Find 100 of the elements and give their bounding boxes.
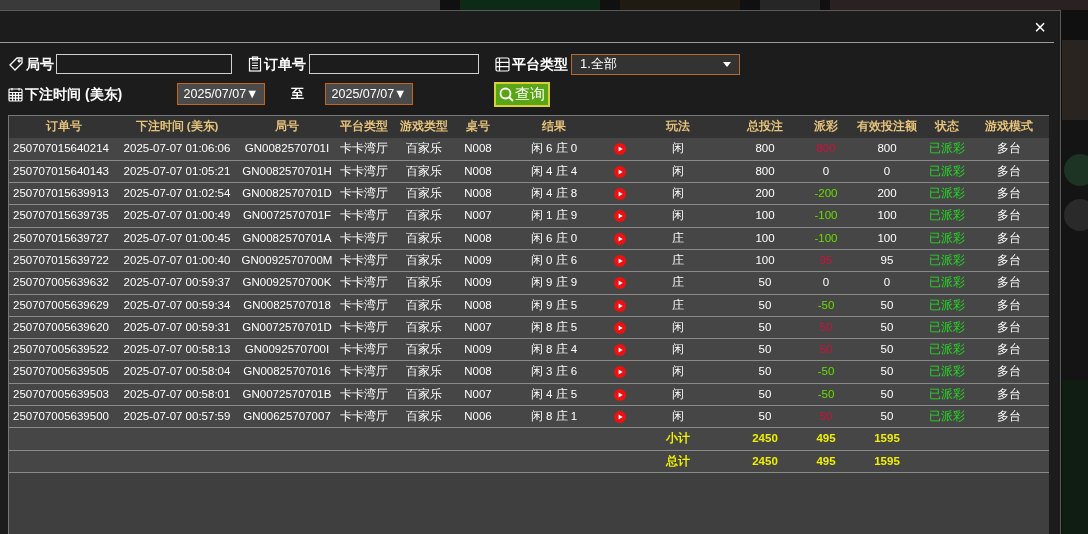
- table-cell: 495: [803, 427, 849, 451]
- table-cell: 闲 6 庄 0: [497, 138, 611, 161]
- table-cell: -100: [803, 227, 849, 250]
- table-cell: 250707015639722: [9, 249, 119, 272]
- table-cell: GN0092570700K: [235, 271, 339, 295]
- table-cell: 多台: [969, 271, 1049, 295]
- table-cell: 闲 8 庄 5: [497, 316, 611, 339]
- table-cell: 已派彩: [925, 294, 969, 317]
- table-cell: 50: [849, 338, 925, 361]
- table-cell: 百家乐: [389, 316, 459, 339]
- total-label: 总计: [629, 450, 727, 473]
- table-cell: 已派彩: [925, 405, 969, 428]
- table-cell: 闲 1 庄 9: [497, 204, 611, 228]
- column-header: 游戏类型: [389, 116, 459, 138]
- table-cell: 2450: [727, 427, 803, 451]
- table-cell: GN0082570701A: [235, 227, 339, 250]
- table-cell: 闲: [629, 360, 727, 384]
- table-cell: 250707005639522: [9, 338, 119, 361]
- table-cell: 卡卡湾厅: [339, 249, 389, 272]
- table-cell: N008: [459, 294, 497, 317]
- table-cell: 250707005639503: [9, 383, 119, 406]
- table-cell: 卡卡湾厅: [339, 271, 389, 295]
- table-cell: -50: [803, 383, 849, 406]
- table-cell: 庄: [629, 249, 727, 272]
- table-cell: 100: [727, 249, 803, 272]
- table-cell: 多台: [969, 360, 1049, 384]
- column-header: 结果: [497, 116, 611, 138]
- table-cell: 闲: [629, 160, 727, 183]
- table-cell: 50: [727, 316, 803, 339]
- table-cell: 已派彩: [925, 160, 969, 183]
- table-cell: N007: [459, 316, 497, 339]
- table-cell: 0: [849, 271, 925, 295]
- table-cell: 卡卡湾厅: [339, 182, 389, 205]
- table-cell: 100: [727, 227, 803, 250]
- table-cell: 250707015640214: [9, 138, 119, 161]
- table-cell: 已派彩: [925, 383, 969, 406]
- table-cell: 50: [849, 360, 925, 384]
- table-cell: 闲: [629, 204, 727, 228]
- table-cell: 百家乐: [389, 182, 459, 205]
- table-cell: N008: [459, 182, 497, 205]
- table-cell: 多台: [969, 160, 1049, 183]
- table-cell: N007: [459, 204, 497, 228]
- table-cell: 495: [803, 450, 849, 473]
- table-cell: 已派彩: [925, 271, 969, 295]
- table-cell: 多台: [969, 294, 1049, 317]
- table-cell: -100: [803, 204, 849, 228]
- table-cell: GN0092570700I: [235, 338, 339, 361]
- table-cell: GN0072570701D: [235, 316, 339, 339]
- table-cell: 800: [803, 138, 849, 161]
- table-cell: GN0072570701F: [235, 204, 339, 228]
- table-cell: N006: [459, 405, 497, 428]
- table-cell: 2025-07-07 01:02:54: [119, 182, 235, 205]
- table-cell: 2025-07-07 00:58:04: [119, 360, 235, 384]
- table-cell: 250707015639735: [9, 204, 119, 228]
- table-cell: 800: [727, 160, 803, 183]
- table-cell: 多台: [969, 138, 1049, 161]
- table-cell: GN0072570701B: [235, 383, 339, 406]
- table-cell: 800: [727, 138, 803, 161]
- table-cell: 已派彩: [925, 227, 969, 250]
- table-cell: 多台: [969, 338, 1049, 361]
- table-cell: 已派彩: [925, 316, 969, 339]
- total-label: 小计: [629, 427, 727, 451]
- table-cell: 卡卡湾厅: [339, 204, 389, 228]
- date-to-field[interactable]: 2025/07/07▼: [325, 83, 413, 105]
- table-cell: 多台: [969, 249, 1049, 272]
- table-cell: 250707005639500: [9, 405, 119, 428]
- table-cell: 250707005639632: [9, 271, 119, 295]
- field-label: 订单号: [264, 54, 306, 74]
- table-cell: 闲: [629, 138, 727, 161]
- table-cell: 百家乐: [389, 294, 459, 317]
- table-cell: N008: [459, 360, 497, 384]
- table-cell: 多台: [969, 383, 1049, 406]
- table-cell: 多台: [969, 316, 1049, 339]
- table-cell: 百家乐: [389, 360, 459, 384]
- table-cell: 庄: [629, 294, 727, 317]
- table-cell: 已派彩: [925, 204, 969, 228]
- column-header: 总投注: [727, 116, 803, 138]
- table-cell: N007: [459, 383, 497, 406]
- date-from-field[interactable]: 2025/07/07▼: [177, 83, 265, 105]
- to-label: 至: [291, 85, 305, 104]
- table-cell: 闲: [629, 405, 727, 428]
- column-header: 桌号: [459, 116, 497, 138]
- column-header: 订单号: [9, 116, 119, 138]
- table-cell: 闲 6 庄 0: [497, 227, 611, 250]
- table-cell: N009: [459, 271, 497, 295]
- table-cell: 百家乐: [389, 338, 459, 361]
- table-cell: 50: [727, 383, 803, 406]
- table-cell: 0: [803, 160, 849, 183]
- table-cell: 庄: [629, 227, 727, 250]
- table-cell: 卡卡湾厅: [339, 227, 389, 250]
- table-cell: 卡卡湾厅: [339, 360, 389, 384]
- table-cell: 250707005639620: [9, 316, 119, 339]
- column-header: 平台类型: [339, 116, 389, 138]
- table-cell: 1595: [849, 450, 925, 473]
- column-header: 下注时间 (美东): [119, 116, 235, 138]
- table-cell: N008: [459, 160, 497, 183]
- close-button[interactable]: ×: [1034, 16, 1046, 37]
- table-cell: 百家乐: [389, 204, 459, 228]
- platform-select[interactable]: 1.全部: [571, 53, 740, 75]
- column-header: 局号: [235, 116, 339, 138]
